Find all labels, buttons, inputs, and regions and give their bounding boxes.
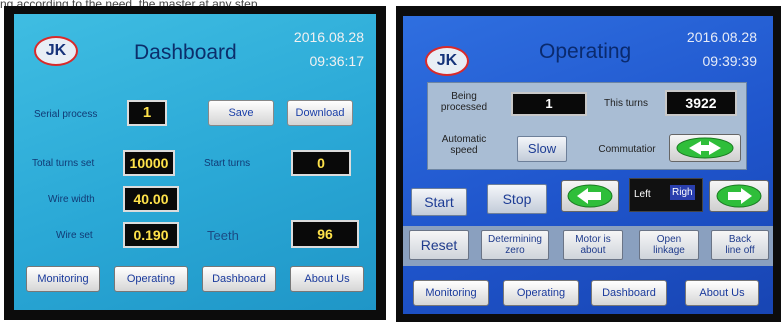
total-turns-label: Total turns set xyxy=(32,158,95,169)
right-arrow-button[interactable] xyxy=(709,180,769,212)
motor-is-about-line-1: Motor is xyxy=(575,234,611,245)
start-turns-field[interactable]: 0 xyxy=(291,150,351,176)
determining-zero-button[interactable]: Determining zero xyxy=(481,230,549,260)
start-turns-label: Start turns xyxy=(204,158,251,169)
teeth-field[interactable]: 96 xyxy=(291,220,359,248)
nav-about-us-button[interactable]: About Us xyxy=(685,280,759,306)
auto-speed-label: Automatic speed xyxy=(431,134,497,156)
back-line-off-button[interactable]: Back line off xyxy=(711,230,769,260)
dashboard-screen: JK Dashboard 2016.08.28 09:36:17 Serial … xyxy=(14,14,376,310)
total-turns-field[interactable]: 10000 xyxy=(123,150,175,176)
page-title: Dashboard xyxy=(134,41,237,64)
start-button[interactable]: Start xyxy=(411,188,467,216)
open-linkage-line-1: Open xyxy=(656,234,682,245)
date-display: 2016.08.28 xyxy=(293,29,364,45)
nav-monitoring-button[interactable]: Monitoring xyxy=(26,266,100,292)
nav-dashboard-button[interactable]: Dashboard xyxy=(591,280,667,306)
slow-button[interactable]: Slow xyxy=(517,136,567,162)
operating-screen: JK Operating 2016.08.28 09:39:39 Being p… xyxy=(403,16,773,314)
this-turns-field[interactable]: 3922 xyxy=(665,90,737,116)
left-indicator-label: Left xyxy=(634,189,651,200)
wire-width-label: Wire width xyxy=(48,194,95,205)
motor-is-about-button[interactable]: Motor is about xyxy=(563,230,623,260)
open-linkage-line-2: linkage xyxy=(653,245,685,256)
being-processed-line-1: Being xyxy=(451,91,477,102)
determining-zero-line-2: zero xyxy=(505,245,525,256)
nav-operating-button[interactable]: Operating xyxy=(114,266,188,292)
back-line-off-line-1: Back xyxy=(728,234,752,245)
this-turns-label: This turns xyxy=(604,98,648,109)
right-indicator-label: Righ xyxy=(670,185,695,200)
being-processed-label: Being processed xyxy=(429,91,499,113)
save-button[interactable]: Save xyxy=(208,100,274,126)
jk-logo: JK xyxy=(425,46,469,76)
reset-button[interactable]: Reset xyxy=(409,230,469,260)
date-display: 2016.08.28 xyxy=(686,29,757,45)
commutator-label: Commutatior xyxy=(598,144,656,155)
time-display: 09:39:39 xyxy=(702,53,758,69)
stop-button[interactable]: Stop xyxy=(487,184,547,214)
wire-set-field[interactable]: 0.190 xyxy=(123,222,179,248)
wire-set-label: Wire set xyxy=(56,230,93,241)
nav-dashboard-button[interactable]: Dashboard xyxy=(202,266,276,292)
right-arrow-icon xyxy=(716,184,762,208)
being-processed-line-2: processed xyxy=(440,102,488,113)
left-arrow-button[interactable] xyxy=(561,180,619,212)
jk-logo: JK xyxy=(34,36,78,66)
back-line-off-line-2: line off xyxy=(725,245,755,256)
commutator-arrow-icon xyxy=(676,137,734,159)
wire-width-field[interactable]: 40.00 xyxy=(123,186,179,212)
determining-zero-line-1: Determining xyxy=(488,234,542,245)
auto-speed-line-1: Automatic xyxy=(441,134,487,145)
motor-is-about-line-2: about xyxy=(580,245,606,256)
serial-process-field[interactable]: 1 xyxy=(127,100,167,126)
page-title: Operating xyxy=(539,40,632,63)
open-linkage-button[interactable]: Open linkage xyxy=(639,230,699,260)
direction-indicator: Left Righ xyxy=(629,178,703,212)
download-button[interactable]: Download xyxy=(287,100,353,126)
teeth-label: Teeth xyxy=(207,228,239,243)
auto-speed-line-2: speed xyxy=(450,145,478,156)
nav-operating-button[interactable]: Operating xyxy=(503,280,579,306)
commutator-toggle[interactable] xyxy=(669,134,741,162)
time-display: 09:36:17 xyxy=(309,53,365,69)
nav-monitoring-button[interactable]: Monitoring xyxy=(413,280,489,306)
left-arrow-icon xyxy=(567,184,613,208)
nav-about-us-button[interactable]: About Us xyxy=(290,266,364,292)
serial-process-label: Serial process xyxy=(34,109,98,120)
being-processed-field[interactable]: 1 xyxy=(511,92,587,116)
